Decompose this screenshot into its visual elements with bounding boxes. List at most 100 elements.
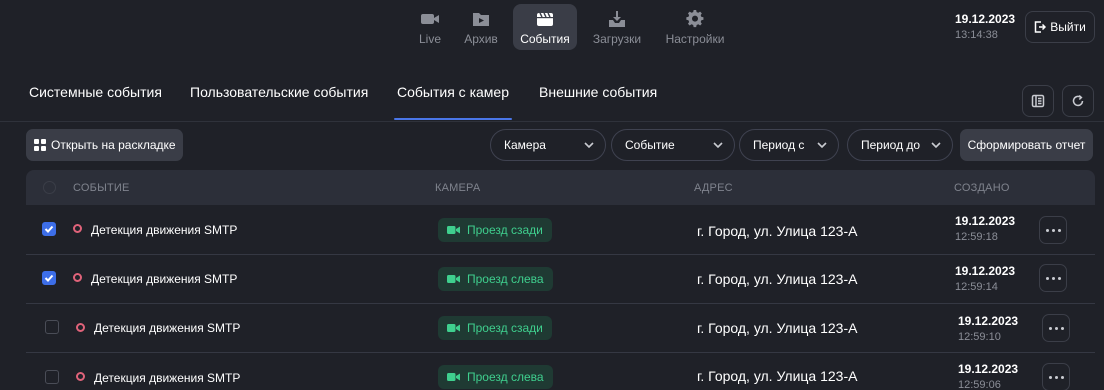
chevron-down-icon: [584, 142, 594, 149]
table-header: СОБЫТИЕ КАМЕРА АДРЕС СОЗДАНО: [26, 170, 1095, 205]
filter-label: Период с: [753, 138, 805, 152]
video-camera-icon: [421, 14, 439, 24]
column-header-event[interactable]: СОБЫТИЕ: [73, 182, 130, 194]
nav-item-events[interactable]: События: [513, 4, 577, 50]
row-checkbox[interactable]: [45, 320, 59, 334]
table-row[interactable]: Детекция движения SMTP Проезд слева г. Г…: [26, 255, 1095, 304]
event-name: Детекция движения SMTP: [94, 321, 241, 335]
row-checkbox[interactable]: [42, 271, 56, 285]
top-navigation: Live Архив События Загрузки Настройки 19…: [0, 0, 1104, 56]
status-dot-icon: [76, 372, 85, 381]
nav-item-downloads[interactable]: Загрузки: [589, 4, 645, 50]
created-datetime: 19.12.2023 12:59:14: [955, 264, 1015, 293]
column-header-camera[interactable]: КАМЕРА: [435, 182, 480, 194]
period-to-select[interactable]: Период до: [847, 129, 953, 161]
created-datetime: 19.12.2023 12:59:06: [958, 362, 1018, 390]
current-time: 13:14:38: [955, 29, 998, 41]
column-header-address[interactable]: АДРЕС: [694, 182, 733, 194]
more-dots-icon: [1048, 326, 1052, 330]
table-row[interactable]: Детекция движения SMTP Проезд сзади г. Г…: [26, 304, 1095, 353]
video-camera-icon: [447, 373, 460, 381]
camera-badge[interactable]: Проезд сзади: [438, 218, 552, 242]
created-date: 19.12.2023: [958, 314, 1019, 328]
logout-button[interactable]: Выйти: [1025, 11, 1095, 43]
video-camera-icon: [447, 275, 460, 283]
camera-name: Проезд сзади: [467, 223, 543, 237]
gear-icon: [686, 10, 704, 28]
created-datetime: 19.12.2023 12:59:18: [955, 214, 1015, 243]
filter-label: Период до: [861, 138, 921, 152]
select-all-checkbox[interactable]: [43, 181, 56, 194]
event-tabs: Системные события Пользовательские событ…: [0, 70, 1104, 122]
row-more-button[interactable]: [1042, 314, 1070, 342]
created-time: 12:59:18: [955, 231, 998, 243]
row-checkbox[interactable]: [45, 370, 59, 384]
table-row[interactable]: Детекция движения SMTP Проезд сзади г. Г…: [26, 206, 1095, 255]
checkmark-icon: [44, 225, 54, 233]
row-more-button[interactable]: [1039, 216, 1067, 244]
row-more-button[interactable]: [1042, 363, 1070, 390]
camera-badge[interactable]: Проезд слева: [438, 365, 553, 389]
layout-grid-icon: [34, 139, 46, 151]
tab-user-events[interactable]: Пользовательские события: [190, 84, 368, 100]
event-name: Детекция движения SMTP: [94, 371, 241, 385]
video-camera-icon: [447, 226, 460, 234]
chevron-down-icon: [931, 142, 941, 149]
current-date: 19.12.2023: [955, 12, 1016, 26]
checkmark-icon: [44, 274, 54, 282]
event-filter-select[interactable]: Событие: [611, 129, 735, 161]
camera-name: Проезд сзади: [467, 321, 543, 335]
filter-label: Событие: [625, 138, 675, 152]
open-on-layout-button[interactable]: Открыть на раскладке: [26, 129, 183, 161]
event-address: г. Город, ул. Улица 123-А: [697, 320, 858, 336]
nav-item-label: События: [520, 32, 570, 46]
logout-icon: [1034, 21, 1047, 33]
created-date: 19.12.2023: [955, 264, 1016, 278]
filter-label: Камера: [504, 138, 546, 152]
logout-label: Выйти: [1050, 20, 1086, 34]
more-dots-icon: [1048, 375, 1052, 379]
nav-item-label: Загрузки: [592, 32, 642, 46]
camera-badge[interactable]: Проезд сзади: [438, 316, 552, 340]
camera-badge[interactable]: Проезд слева: [438, 267, 553, 291]
created-time: 12:59:10: [958, 331, 1001, 343]
nav-item-archive[interactable]: Архив: [459, 4, 503, 50]
row-more-button[interactable]: [1039, 264, 1067, 292]
generate-report-button[interactable]: Сформировать отчет: [960, 129, 1093, 161]
camera-name: Проезд слева: [467, 370, 544, 384]
nav-item-label: Live: [418, 32, 441, 46]
tab-external-events[interactable]: Внешние события: [539, 84, 657, 100]
period-from-select[interactable]: Период с: [739, 129, 839, 161]
refresh-button[interactable]: [1062, 85, 1094, 117]
current-datetime: 19.12.2023 13:14:38: [955, 12, 1015, 41]
refresh-icon: [1072, 94, 1084, 107]
nav-item-live[interactable]: Live: [412, 4, 448, 50]
camera-name: Проезд слева: [467, 272, 544, 286]
column-header-created[interactable]: СОЗДАНО: [954, 182, 1010, 194]
created-time: 12:59:06: [958, 379, 1001, 390]
columns-view-button[interactable]: [1022, 85, 1054, 117]
tab-system-events[interactable]: Системные события: [29, 84, 162, 100]
status-dot-icon: [73, 273, 82, 282]
camera-filter-select[interactable]: Камера: [490, 129, 606, 161]
open-on-layout-label: Открыть на раскладке: [51, 138, 176, 152]
tab-camera-events[interactable]: События с камер: [394, 84, 512, 120]
table-row[interactable]: Детекция движения SMTP Проезд слева г. Г…: [26, 353, 1095, 390]
row-checkbox[interactable]: [42, 222, 56, 236]
more-dots-icon: [1045, 228, 1049, 232]
created-date: 19.12.2023: [955, 214, 1016, 228]
event-address: г. Город, ул. Улица 123-А: [697, 223, 858, 239]
created-time: 12:59:14: [955, 281, 998, 293]
more-dots-icon: [1045, 276, 1049, 280]
nav-item-settings[interactable]: Настройки: [661, 4, 729, 50]
event-name: Детекция движения SMTP: [91, 272, 238, 286]
video-camera-icon: [447, 324, 460, 332]
status-dot-icon: [76, 323, 85, 332]
table-view-icon: [1031, 94, 1045, 108]
status-dot-icon: [73, 224, 82, 233]
chevron-down-icon: [713, 142, 723, 149]
download-tray-icon: [609, 11, 625, 27]
event-name: Детекция движения SMTP: [91, 223, 238, 237]
event-address: г. Город, ул. Улица 123-А: [697, 271, 858, 287]
created-datetime: 19.12.2023 12:59:10: [958, 314, 1018, 343]
